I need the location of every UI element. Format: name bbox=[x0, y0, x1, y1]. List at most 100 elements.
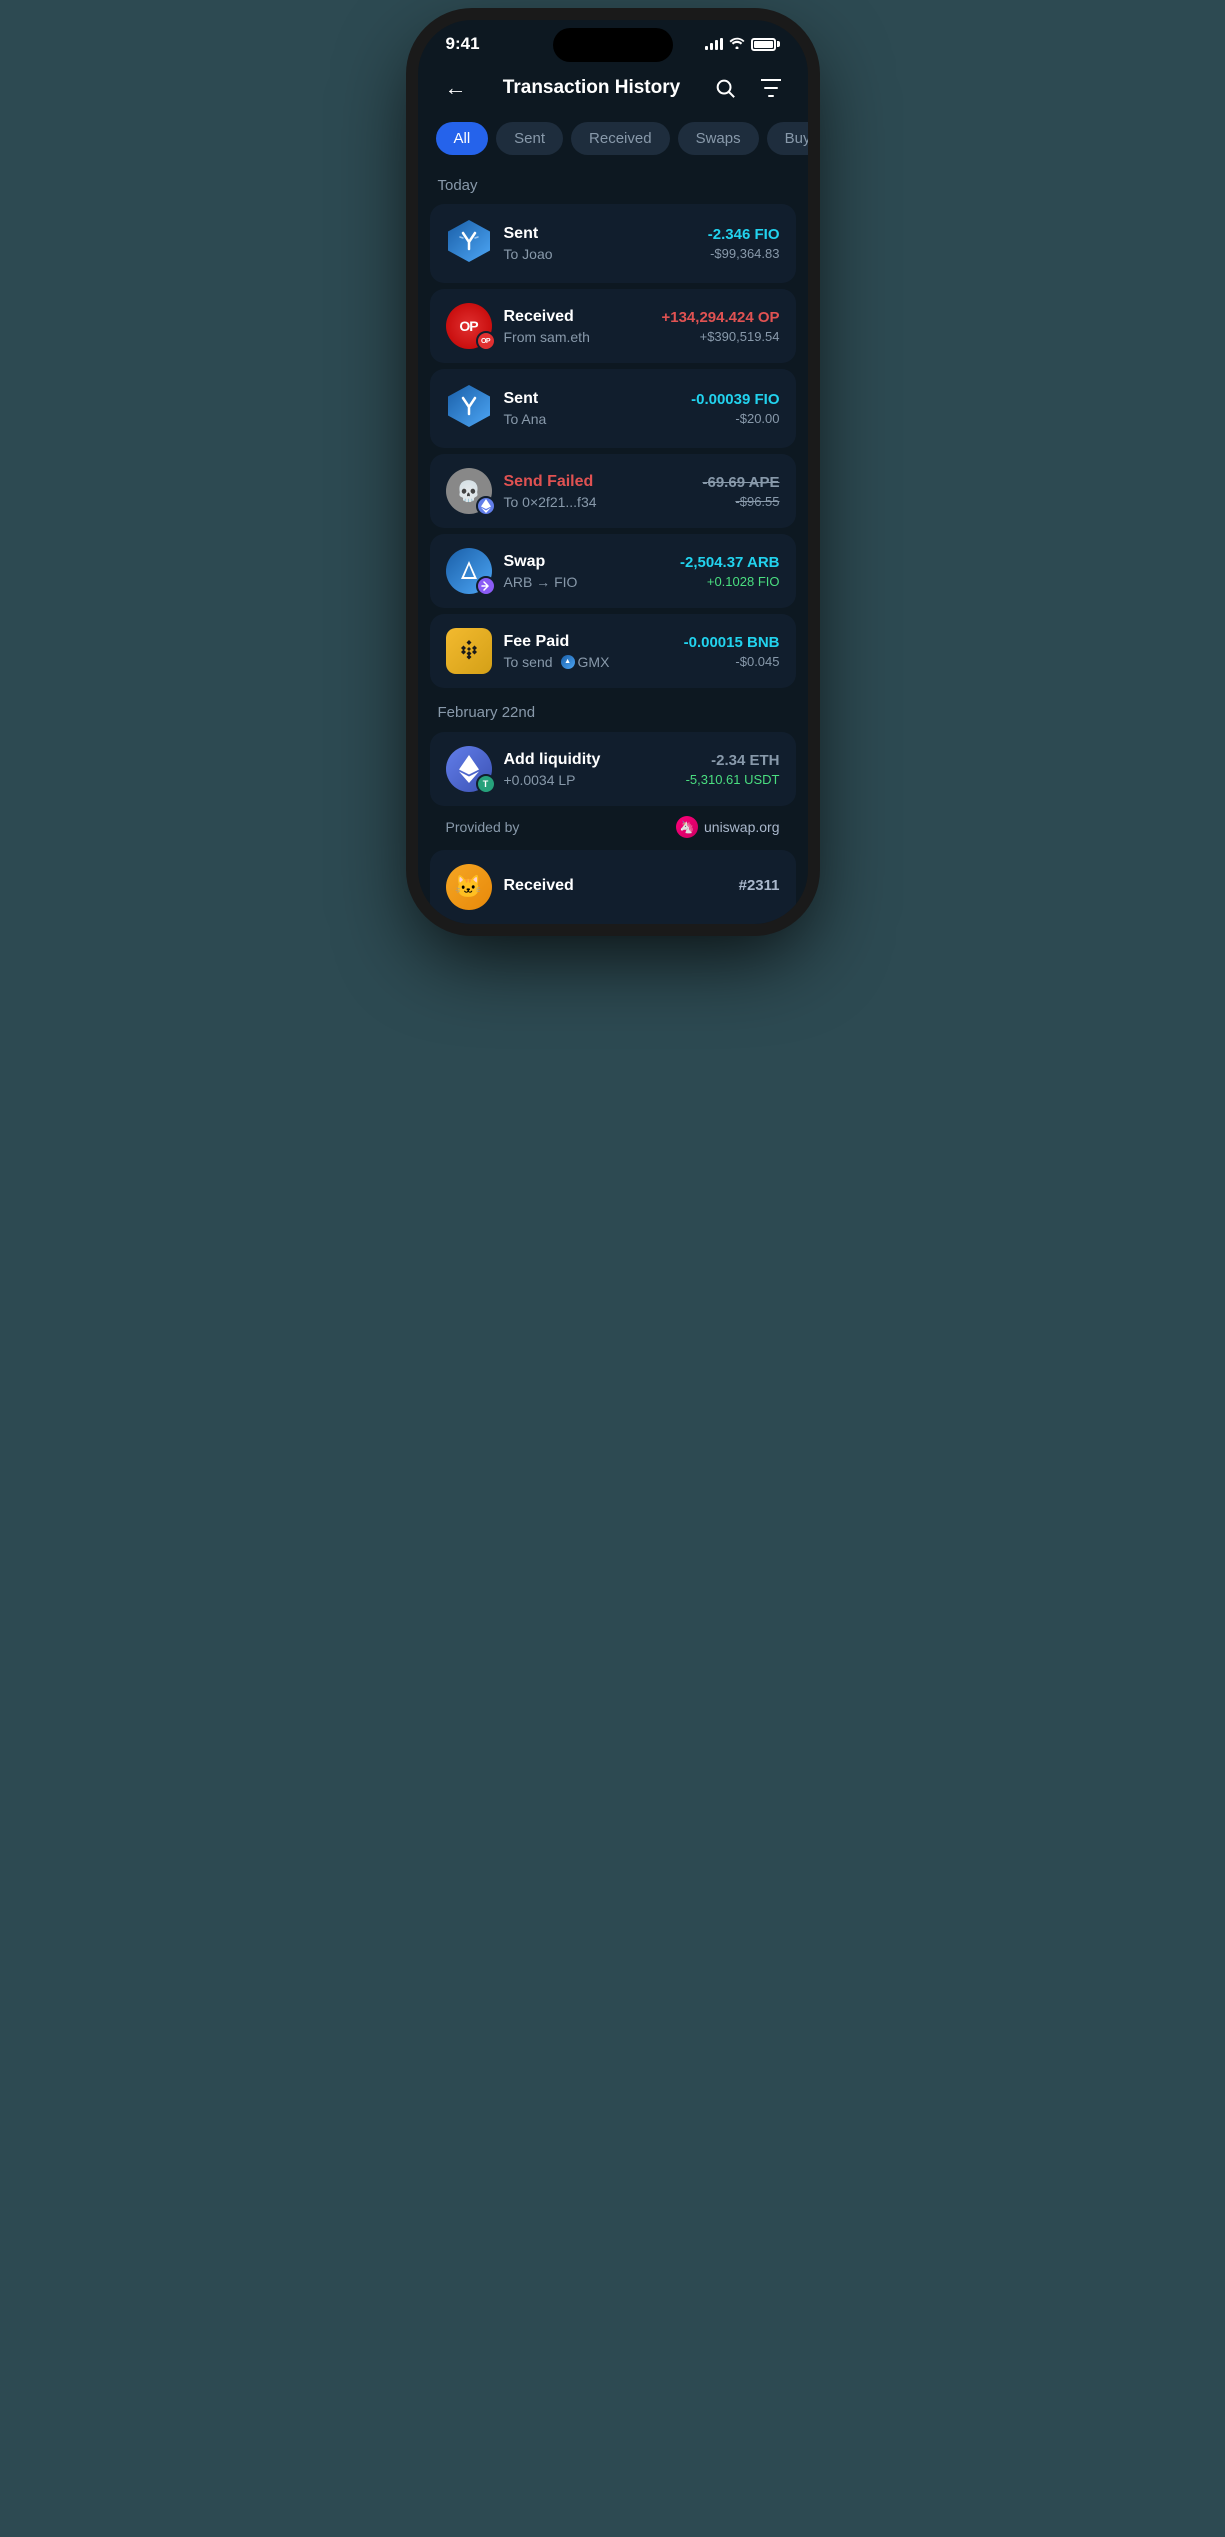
tx-secondary-amount: -$99,364.83 bbox=[708, 246, 780, 261]
tx-icon-fio bbox=[446, 218, 492, 269]
search-button[interactable] bbox=[709, 72, 741, 104]
gmx-logo-inline: ▲ GMX bbox=[561, 654, 610, 670]
tx-icon-eth-lp: T bbox=[446, 746, 492, 792]
tx-subtitle: To Joao bbox=[504, 246, 696, 262]
tx-title: Fee Paid bbox=[504, 633, 672, 651]
tx-add-liquidity[interactable]: T Add liquidity +0.0034 LP -2.34 ETH -5,… bbox=[430, 732, 796, 806]
gmx-mini-icon: ▲ bbox=[561, 655, 575, 669]
section-feb-label: February 22nd bbox=[438, 704, 536, 721]
tx-subtitle: +0.0034 LP bbox=[504, 772, 674, 788]
uniswap-provider-text: uniswap.org bbox=[704, 819, 780, 835]
tx-subtitle: ARB → FIO bbox=[504, 574, 669, 590]
tx-primary-amount: -0.00039 FIO bbox=[691, 391, 779, 408]
swap-sub-icon bbox=[476, 576, 496, 596]
tx-title-received: Received bbox=[504, 877, 727, 895]
battery-icon bbox=[751, 38, 780, 51]
tx-title: Swap bbox=[504, 553, 669, 571]
search-icon bbox=[714, 77, 736, 99]
filter-button[interactable] bbox=[755, 72, 787, 104]
tab-all[interactable]: All bbox=[436, 122, 489, 155]
fee-subtitle-prefix: To send bbox=[504, 654, 553, 670]
tx-icon-fio2 bbox=[446, 383, 492, 434]
gmx-token-label: GMX bbox=[578, 654, 610, 670]
tx-primary-amount: -2.34 ETH bbox=[686, 752, 780, 769]
eth-sub-icon bbox=[476, 496, 496, 516]
back-arrow-icon: ← bbox=[445, 75, 467, 101]
tx-details-sent-joao: Sent To Joao bbox=[504, 225, 696, 262]
tx-secondary-amount: -5,310.61 USDT bbox=[686, 772, 780, 787]
tx-primary-amount: -2,504.37 ARB bbox=[680, 554, 780, 571]
tx-secondary-amount: -$20.00 bbox=[691, 411, 779, 426]
tx-secondary-amount: +0.1028 FIO bbox=[680, 574, 780, 589]
tx-subtitle: To Ana bbox=[504, 411, 680, 427]
tab-received[interactable]: Received bbox=[571, 122, 670, 155]
filter-tabs: All Sent Received Swaps Buy Se… bbox=[418, 122, 808, 173]
tx-amounts-sent-ana: -0.00039 FIO -$20.00 bbox=[691, 391, 779, 426]
tx-title-failed: Send Failed bbox=[504, 473, 691, 491]
tab-buy[interactable]: Buy bbox=[767, 122, 808, 155]
page-title: Transaction History bbox=[503, 77, 680, 99]
filter-icon bbox=[761, 79, 781, 97]
uniswap-logo-icon: 🦄 bbox=[676, 816, 698, 838]
transaction-list-today: Sent To Joao -2.346 FIO -$99,364.83 OP O… bbox=[418, 204, 808, 688]
tx-failed-ape[interactable]: 💀 Send Failed To 0×2f21...f34 -69.69 APE… bbox=[430, 454, 796, 528]
section-feb-label-wrap: February 22nd bbox=[418, 688, 808, 732]
tx-details-liquidity: Add liquidity +0.0034 LP bbox=[504, 751, 674, 788]
tx-amounts-swap: -2,504.37 ARB +0.1028 FIO bbox=[680, 554, 780, 589]
tx-secondary-amount: -$0.045 bbox=[684, 654, 780, 669]
provided-by-label: Provided by bbox=[446, 819, 520, 835]
tx-icon-bnb bbox=[446, 628, 492, 674]
status-icons bbox=[705, 36, 780, 52]
tx-primary-amount: -0.00015 BNB bbox=[684, 634, 780, 651]
tx-details-failed: Send Failed To 0×2f21...f34 bbox=[504, 473, 691, 510]
tx-subtitle: From sam.eth bbox=[504, 329, 650, 345]
header: ← Transaction History bbox=[418, 60, 808, 122]
notch bbox=[553, 28, 673, 62]
status-bar: 9:41 bbox=[418, 20, 808, 60]
tx-badge: #2311 bbox=[739, 877, 780, 894]
tab-swaps[interactable]: Swaps bbox=[678, 122, 759, 155]
tx-details-received-sam: Received From sam.eth bbox=[504, 308, 650, 345]
tx-received-partial[interactable]: 🐱 Received #2311 bbox=[430, 850, 796, 924]
tx-amounts-sent-joao: -2.346 FIO -$99,364.83 bbox=[708, 226, 780, 261]
op-sub-icon: OP bbox=[476, 331, 496, 351]
tx-secondary-amount: +$390,519.54 bbox=[661, 329, 779, 344]
signal-icon bbox=[705, 38, 723, 50]
tx-title: Add liquidity bbox=[504, 751, 674, 769]
tx-received-sam[interactable]: OP OP Received From sam.eth +134,294.424… bbox=[430, 289, 796, 363]
tx-title: Sent bbox=[504, 225, 696, 243]
tx-swap-arb-fio[interactable]: Swap ARB → FIO -2,504.37 ARB +0.1028 FIO bbox=[430, 534, 796, 608]
tx-secondary-amount: -$96.55 bbox=[703, 494, 780, 509]
tx-primary-amount: -69.69 APE bbox=[703, 474, 780, 491]
back-button[interactable]: ← bbox=[438, 70, 474, 106]
provided-by-section: Provided by 🦄 uniswap.org bbox=[430, 806, 796, 850]
bnb-icon-shape bbox=[446, 628, 492, 674]
tx-fee-bnb-gmx[interactable]: Fee Paid To send ▲ GMX -0.00015 BNB -$0.… bbox=[430, 614, 796, 688]
phone-frame: 9:41 ← Transaction History bbox=[418, 20, 808, 924]
tx-icon-swap bbox=[446, 548, 492, 594]
tx-icon-ape: 💀 bbox=[446, 468, 492, 514]
tx-title: Sent bbox=[504, 390, 680, 408]
tx-amounts-liquidity: -2.34 ETH -5,310.61 USDT bbox=[686, 752, 780, 787]
mystery-nft-icon: 🐱 bbox=[446, 864, 492, 910]
wifi-icon bbox=[729, 36, 745, 52]
header-actions bbox=[709, 72, 787, 104]
tx-subtitle: To 0×2f21...f34 bbox=[504, 494, 691, 510]
tx-details-received-partial: Received bbox=[504, 877, 727, 898]
tx-amounts-fee: -0.00015 BNB -$0.045 bbox=[684, 634, 780, 669]
transaction-list-feb: T Add liquidity +0.0034 LP -2.34 ETH -5,… bbox=[418, 732, 808, 806]
tx-details-fee: Fee Paid To send ▲ GMX bbox=[504, 633, 672, 670]
status-time: 9:41 bbox=[446, 34, 480, 54]
tx-subtitle: To send ▲ GMX bbox=[504, 654, 672, 670]
op-badge-text: OP bbox=[459, 318, 477, 334]
tx-primary-amount: +134,294.424 OP bbox=[661, 309, 779, 326]
tx-sent-joao[interactable]: Sent To Joao -2.346 FIO -$99,364.83 bbox=[430, 204, 796, 283]
tab-sent[interactable]: Sent bbox=[496, 122, 563, 155]
tx-primary-amount: -2.346 FIO bbox=[708, 226, 780, 243]
section-today-label: Today bbox=[418, 173, 808, 204]
tx-sent-ana[interactable]: Sent To Ana -0.00039 FIO -$20.00 bbox=[430, 369, 796, 448]
tx-amounts-received-sam: +134,294.424 OP +$390,519.54 bbox=[661, 309, 779, 344]
tx-details-swap: Swap ARB → FIO bbox=[504, 553, 669, 590]
tx-amounts-failed: -69.69 APE -$96.55 bbox=[703, 474, 780, 509]
tx-title: Received bbox=[504, 308, 650, 326]
